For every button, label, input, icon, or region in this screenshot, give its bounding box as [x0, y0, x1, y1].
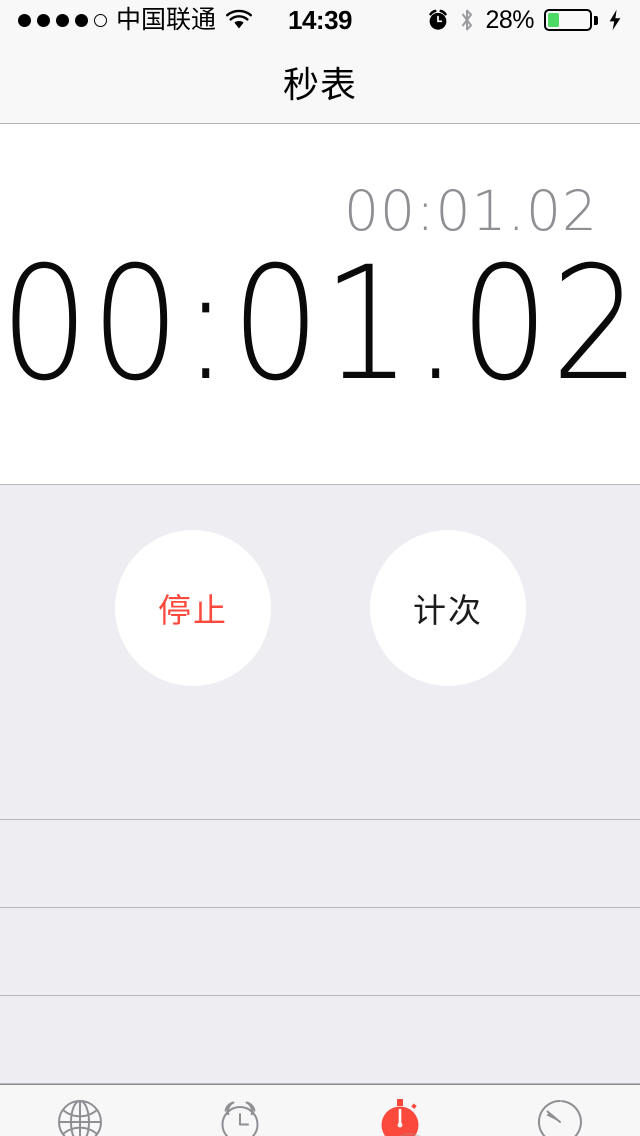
lap-list[interactable]: [0, 820, 640, 1084]
bluetooth-icon: [459, 8, 475, 32]
lap-row: [0, 908, 640, 996]
signal-dot-2: [37, 13, 50, 27]
signal-dot-5: [94, 13, 107, 27]
stopwatch-app: 中国联通 14:39 28% 秒表 00:01.02 00:01.02 停止 计…: [0, 0, 640, 1136]
lightning-bolt-icon: [608, 9, 622, 31]
navigation-bar: 秒表: [0, 40, 640, 124]
lap-button[interactable]: 计次: [370, 530, 526, 686]
battery-icon: [544, 9, 598, 31]
alarm-icon: [427, 9, 449, 31]
timer-display-area: 00:01.02 00:01.02: [0, 124, 640, 485]
status-bar-left: 中国联通: [18, 5, 253, 34]
timer-icon: [532, 1094, 588, 1136]
carrier-name: 中国联通: [116, 5, 217, 34]
status-bar-clock: 14:39: [288, 4, 353, 35]
stop-button[interactable]: 停止: [115, 530, 271, 686]
tab-stopwatch[interactable]: 秒表: [320, 1085, 480, 1136]
lap-row: [0, 820, 640, 908]
tab-bar: 世界时钟 闹钟: [0, 1084, 640, 1136]
lap-row: [0, 996, 640, 1084]
globe-icon: [52, 1094, 108, 1136]
battery-percent-label: 28%: [485, 5, 534, 34]
battery-cap: [594, 15, 598, 25]
wifi-icon: [225, 9, 253, 31]
status-bar: 中国联通 14:39 28%: [0, 0, 640, 40]
control-button-row: 停止 计次: [0, 485, 640, 820]
signal-dot-1: [18, 13, 31, 27]
tab-alarm[interactable]: 闹钟: [160, 1085, 320, 1136]
signal-dot-4: [75, 13, 88, 27]
tab-timer[interactable]: 计时器: [480, 1085, 640, 1136]
battery-body: [544, 9, 592, 31]
status-bar-right: 28%: [427, 6, 622, 35]
signal-dot-3: [56, 13, 69, 27]
main-elapsed-time: 00:01.02: [0, 233, 640, 417]
page-title: 秒表: [282, 63, 357, 105]
battery-fill: [548, 13, 560, 27]
signal-strength-indicator: [18, 13, 107, 27]
alarm-clock-icon: [212, 1094, 268, 1136]
stopwatch-icon: [372, 1094, 428, 1136]
tab-world-clock[interactable]: 世界时钟: [0, 1085, 160, 1136]
